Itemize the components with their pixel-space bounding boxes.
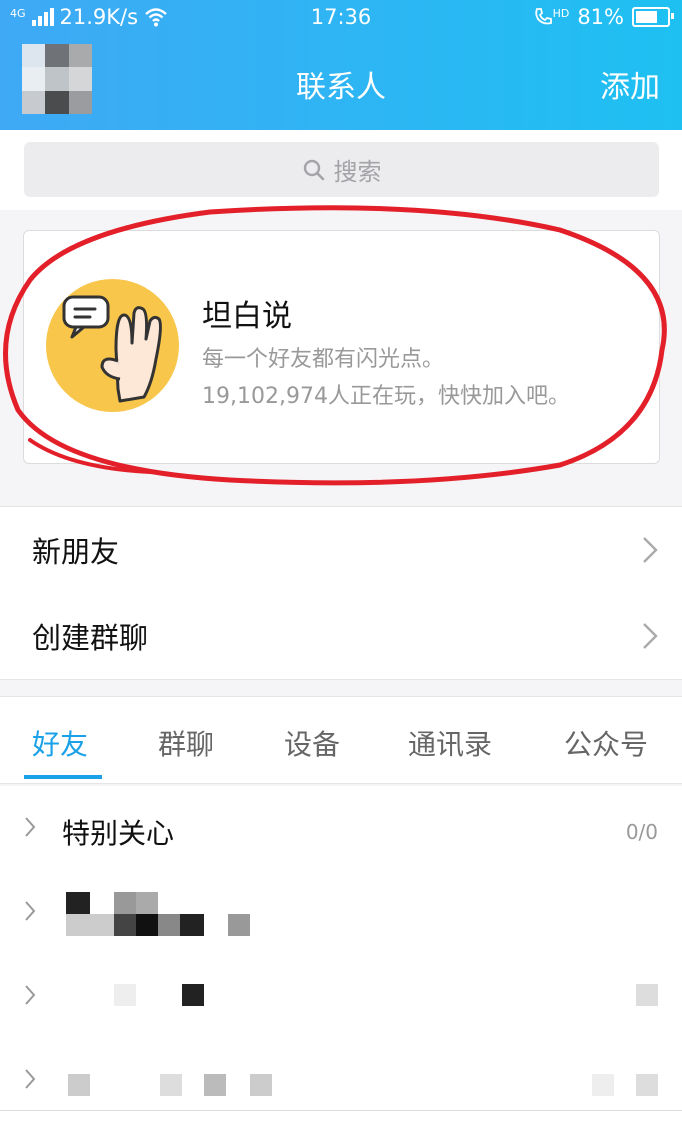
search-icon <box>303 159 324 180</box>
status-right: HD 81% <box>533 5 674 29</box>
contact-tabs: 好友 群聊 设备 通讯录 公众号 <box>0 696 682 784</box>
friend-group-row[interactable] <box>0 954 682 1038</box>
active-tab-indicator <box>24 775 102 779</box>
add-button[interactable]: 添加 <box>600 62 660 106</box>
chevron-right-icon <box>25 817 36 837</box>
friend-group-name: 特别关心 <box>62 817 175 850</box>
tab-groups[interactable]: 群聊 <box>158 723 214 763</box>
status-bar: 4G 21.9K/s 17:36 HD 81% <box>0 0 682 36</box>
chevron-right-icon <box>25 985 36 1005</box>
create-group-chat-label: 创建群聊 <box>32 621 149 655</box>
create-group-chat-row[interactable]: 创建群聊 <box>0 593 682 680</box>
page-title: 联系人 <box>296 70 386 105</box>
tab-devices[interactable]: 设备 <box>284 723 340 763</box>
bottom-nav-bar <box>0 1110 682 1128</box>
search-section: 搜索 <box>0 130 682 210</box>
friend-group-row[interactable]: 特别关心 0/0 <box>0 786 682 870</box>
hd-badge: HD <box>552 6 570 20</box>
promo-player-count: 19,102,974人正在玩，快快加入吧。 <box>202 384 570 409</box>
new-friends-label: 新朋友 <box>32 535 120 569</box>
friend-group-row[interactable] <box>0 1038 682 1110</box>
blurred-group-count <box>636 984 658 1006</box>
search-input[interactable]: 搜索 <box>24 142 659 197</box>
blurred-group-count <box>636 1074 658 1096</box>
promo-tagline: 每一个好友都有闪光点。 <box>202 347 445 372</box>
phone-icon <box>534 8 552 25</box>
battery-percent: 81% <box>577 5 624 29</box>
chevron-right-icon <box>25 1069 36 1089</box>
tanbaishuo-app-icon <box>46 279 179 412</box>
search-placeholder: 搜索 <box>333 158 382 186</box>
friend-group-count: 0/0 <box>625 820 658 844</box>
tab-public-accounts[interactable]: 公众号 <box>564 723 648 763</box>
top-bar: 4G 21.9K/s 17:36 HD 81% 联系人 添加 <box>0 0 682 130</box>
promo-title: 坦白说 <box>202 299 292 334</box>
tab-friends[interactable]: 好友 <box>32 723 88 763</box>
tab-address-book[interactable]: 通讯录 <box>408 723 492 763</box>
battery-icon <box>632 7 674 27</box>
blurred-group-count <box>592 1074 614 1096</box>
chevron-right-icon <box>643 537 658 563</box>
friend-group-row[interactable] <box>0 870 682 954</box>
chevron-right-icon <box>25 901 36 921</box>
chevron-right-icon <box>643 623 658 649</box>
new-friends-row[interactable]: 新朋友 <box>0 506 682 594</box>
promo-card[interactable]: 坦白说 每一个好友都有闪光点。 19,102,974人正在玩，快快加入吧。 <box>23 230 660 464</box>
